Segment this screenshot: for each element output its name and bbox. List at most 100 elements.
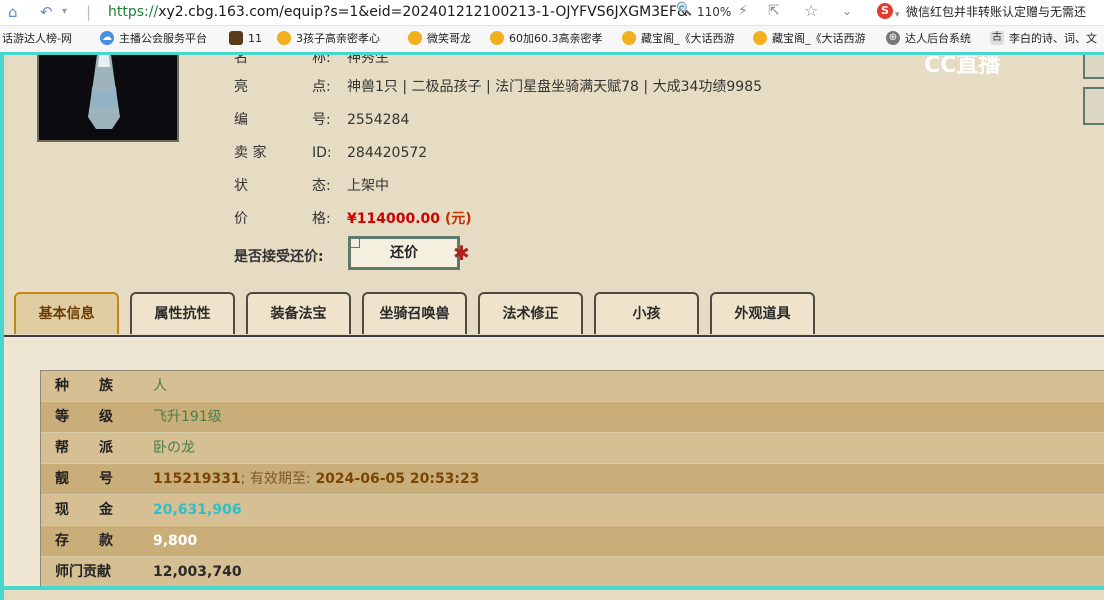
contribution-label: 师门贡献	[55, 564, 111, 580]
name-label-colon: 称:	[312, 55, 331, 66]
contribution-value: 12,003,740	[153, 564, 242, 580]
tab-children[interactable]: 小孩	[594, 292, 699, 334]
level-label: 等	[55, 409, 69, 425]
name-label: 名	[234, 55, 248, 66]
bookmark-item[interactable]: 3孩子高亲密孝心	[296, 32, 380, 46]
stream-frame-bottom	[0, 586, 1104, 590]
deposit-value: 9,800	[153, 533, 198, 549]
status-label-colon: 态:	[312, 178, 331, 194]
serial-value: 2554284	[347, 112, 410, 128]
cash-label-2: 金	[99, 502, 113, 518]
tab-equipment[interactable]: 装备法宝	[246, 292, 351, 334]
game-icon	[229, 31, 243, 45]
price-unit: (元)	[444, 211, 472, 227]
price-label: 价	[234, 211, 248, 227]
chick-icon	[753, 31, 767, 45]
star-icon[interactable]: ☆	[804, 2, 818, 20]
nice-number-label-2: 号	[99, 471, 113, 487]
highlight-value: 神兽1只 | 二极品孩子 | 法门星盘坐骑满天赋78 | 大成34功绩9985	[347, 79, 763, 95]
basic-info-table: 种 族 人 等 级 飞升191级 帮 派 卧の龙 靓 号 115219331; …	[40, 370, 1104, 586]
level-value: 飞升191级	[153, 409, 222, 425]
offer-button-label: 还价	[390, 245, 418, 261]
character-figure-icon	[88, 55, 120, 129]
chick-icon	[622, 31, 636, 45]
tab-mounts-pets[interactable]: 坐骑召唤兽	[362, 292, 467, 334]
stream-frame-left	[0, 52, 4, 600]
nice-number-label: 靓	[55, 471, 69, 487]
lightning-icon[interactable]: ⚡	[738, 2, 748, 20]
race-value: 人	[153, 378, 167, 394]
cc-live-logo: CC直播	[924, 55, 1000, 79]
table-row-level: 等 级 飞升191级	[41, 402, 1104, 433]
price-label-colon: 格:	[312, 211, 331, 227]
bookmark-item[interactable]: 主播公会服务平台	[119, 32, 207, 46]
bookmark-item[interactable]: 达人后台系统	[905, 32, 971, 46]
chevron-down-icon[interactable]: ▾	[62, 3, 67, 21]
chick-icon	[408, 31, 422, 45]
sogou-icon[interactable]: S	[877, 3, 893, 19]
tab-attributes[interactable]: 属性抗性	[130, 292, 235, 334]
url-field[interactable]: https://xy2.cbg.163.com/equip?s=1&eid=20…	[108, 3, 688, 21]
status-value: 上架中	[347, 178, 389, 194]
race-label: 种	[55, 378, 69, 394]
side-button[interactable]	[1083, 55, 1104, 79]
bookmark-item[interactable]: 李白的诗、词、文	[1009, 32, 1097, 46]
price-value: ¥114000.00 (元)	[347, 210, 472, 228]
side-button[interactable]	[1083, 87, 1104, 125]
dropdown-icon[interactable]: ⌄	[842, 2, 852, 20]
tab-spell-mods[interactable]: 法术修正	[478, 292, 583, 334]
tab-label: 属性抗性	[154, 306, 211, 322]
seller-id-value: 284420572	[347, 145, 428, 161]
tab-label: 外观道具	[734, 306, 791, 322]
race-label-2: 族	[99, 378, 113, 394]
bookmark-item[interactable]: 11	[248, 32, 262, 46]
cloud-icon: ☁	[100, 31, 114, 45]
zoom-icon[interactable]: 🔍	[676, 2, 692, 17]
home-icon[interactable]: ⌂	[8, 3, 18, 21]
tab-basic-info[interactable]: 基本信息	[14, 292, 119, 334]
zoom-level[interactable]: 110%	[697, 4, 731, 20]
tab-label: 装备法宝	[270, 306, 327, 322]
seller-label: 卖 家	[234, 145, 267, 161]
table-row-cash: 现 金 20,631,906	[41, 495, 1104, 526]
bookmark-item[interactable]: 微笑哥龙	[427, 32, 471, 46]
accept-offer-label: 是否接受还价:	[234, 249, 324, 265]
table-row-nice-number: 靓 号 115219331; 有效期至: 2024-06-05 20:53:23	[41, 464, 1104, 495]
basic-info-panel: 种 族 人 等 级 飞升191级 帮 派 卧の龙 靓 号 115219331; …	[4, 337, 1104, 586]
name-value: 神秀生	[347, 55, 389, 66]
guild-label: 帮	[55, 440, 69, 456]
globe-icon: ⊕	[886, 31, 900, 45]
cash-label: 现	[55, 502, 69, 518]
bookmark-item[interactable]: 藏宝阁_《大话西游	[641, 32, 735, 46]
cash-value: 20,631,906	[153, 502, 242, 518]
level-label-2: 级	[99, 409, 113, 425]
serial-label-colon: 号:	[312, 112, 331, 128]
share-icon[interactable]: ⇱	[768, 2, 780, 20]
tab-label: 法术修正	[502, 306, 559, 322]
tab-appearance[interactable]: 外观道具	[710, 292, 815, 334]
table-row-guild: 帮 派 卧の龙	[41, 433, 1104, 464]
url-path: xy2.cbg.163.com/equip?s=1&eid=2024012121…	[158, 4, 688, 20]
promo-text[interactable]: 微信红包并非转账认定赠与无需还	[906, 4, 1086, 20]
status-label: 状	[234, 178, 248, 194]
back-icon[interactable]: ↶	[40, 3, 53, 21]
url-scheme: https://	[108, 4, 159, 20]
seller-label-colon: ID:	[312, 145, 332, 161]
bookmark-item[interactable]: 藏宝阁_《大话西游	[772, 32, 866, 46]
separator-icon: |	[86, 3, 92, 21]
nice-number-value: 115219331; 有效期至: 2024-06-05 20:53:23	[153, 464, 480, 494]
tab-label: 基本信息	[38, 306, 95, 322]
serial-label: 编	[234, 112, 248, 128]
required-star-icon: ✱	[453, 241, 470, 265]
character-avatar	[37, 55, 179, 142]
address-bar: ⌂ ↶ ▾ | https://xy2.cbg.163.com/equip?s=…	[0, 0, 1104, 26]
bookmark-item[interactable]: 话游达人榜-网	[2, 32, 72, 46]
nice-number: 115219331	[153, 471, 241, 487]
tab-bar: 基本信息 属性抗性 装备法宝 坐骑召唤兽 法术修正 小孩 外观道具	[12, 292, 1104, 336]
chick-icon	[490, 31, 504, 45]
deposit-label: 存	[55, 533, 69, 549]
stream-frame-top	[0, 52, 1104, 55]
item-page: CC直播 名 称: 神秀生 亮 点: 神兽1只 | 二极品孩子 | 法门星盘坐骑…	[4, 55, 1104, 586]
offer-button[interactable]: 还价	[348, 236, 460, 270]
bookmark-item[interactable]: 60加60.3高亲密孝	[509, 32, 603, 46]
